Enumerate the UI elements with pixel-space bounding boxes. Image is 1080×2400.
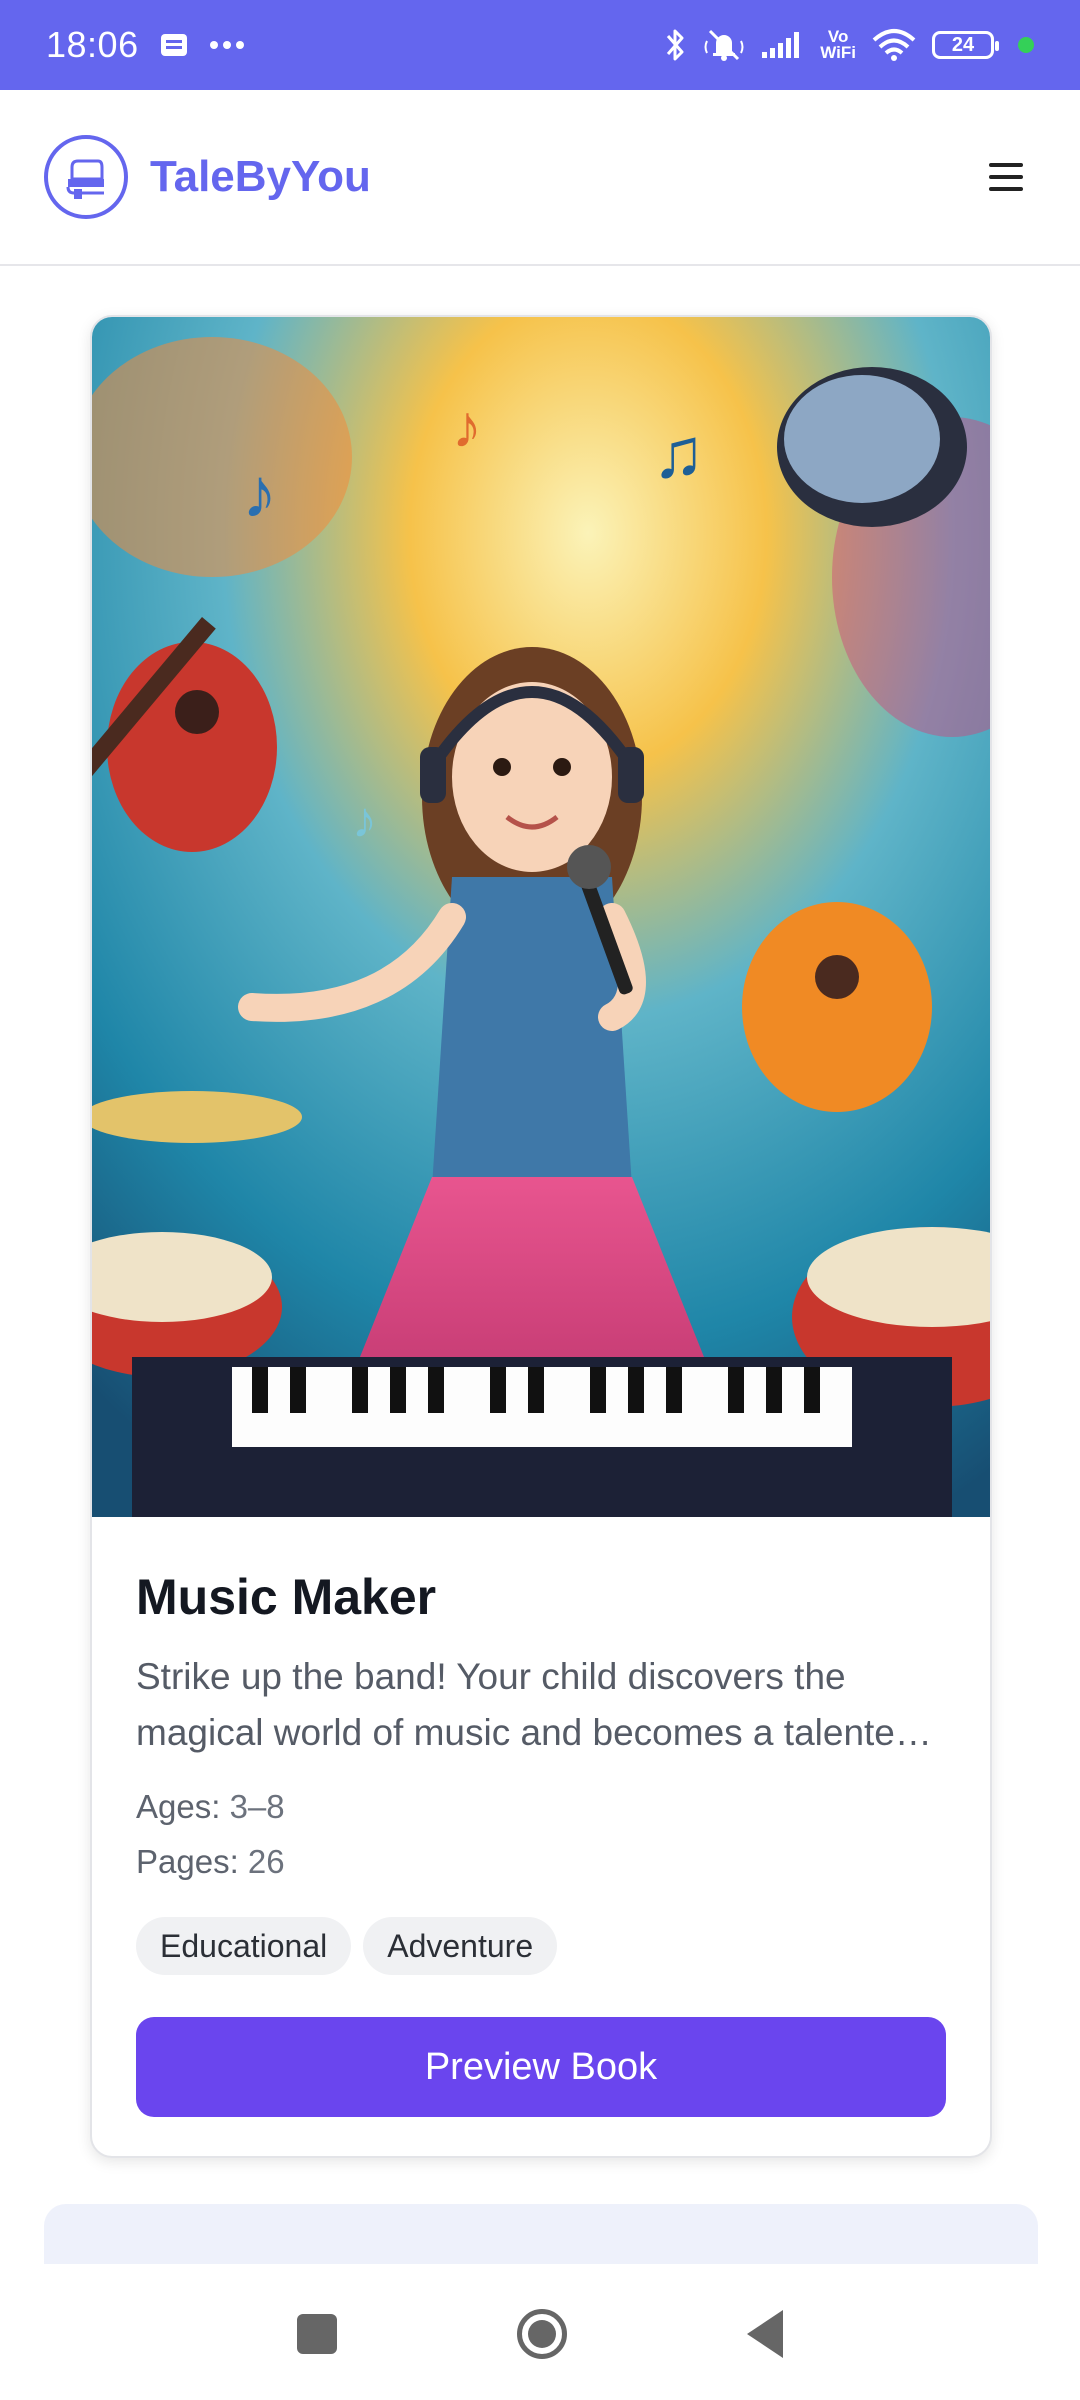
ages-value: 3–8 (229, 1788, 285, 1825)
book-card: ♪ ♫ ♪ ♪ Music Maker Strike up the band! … (90, 315, 992, 2158)
status-time: 18:06 (46, 24, 139, 65)
recents-icon[interactable] (297, 2314, 337, 2354)
next-book-card-peek[interactable] (44, 2204, 1038, 2264)
pages-row: Pages: 26 (136, 1834, 946, 1889)
vowifi-icon: Vo WiFi (820, 27, 856, 62)
book-card-body: Music Maker Strike up the band! Your chi… (136, 1567, 946, 1975)
preview-book-button[interactable]: Preview Book (136, 2017, 946, 2117)
home-icon[interactable] (517, 2309, 567, 2359)
more-dots-icon (209, 40, 245, 50)
hamburger-menu-icon[interactable] (976, 147, 1036, 207)
battery-level: 24 (951, 33, 975, 56)
wifi-icon (872, 28, 916, 62)
tag-adventure: Adventure (363, 1917, 558, 1975)
book-meta: Ages: 3–8 Pages: 26 (136, 1779, 946, 1889)
pages-label: Pages: (136, 1843, 239, 1880)
pages-value: 26 (247, 1843, 285, 1880)
brand-name[interactable]: TaleByYou (150, 152, 371, 202)
tag-list: Educational Adventure (136, 1917, 946, 1975)
book-logo-icon[interactable] (44, 135, 128, 219)
bluetooth-icon (662, 27, 688, 63)
status-bar: 18:06 Vo WiFi 24 (0, 0, 1080, 90)
privacy-indicator-dot (1018, 37, 1034, 53)
book-cover-image: ♪ ♫ ♪ ♪ (92, 317, 990, 1517)
svg-text:♫: ♫ (652, 414, 705, 492)
signal-icon (760, 30, 804, 60)
book-description: Strike up the band! Your child discovers… (136, 1656, 916, 1753)
ages-label: Ages: (136, 1788, 221, 1825)
message-icon (159, 32, 189, 58)
app-header: TaleByYou (0, 90, 1080, 266)
battery-icon: 24 (932, 31, 999, 59)
tag-educational: Educational (136, 1917, 352, 1975)
back-icon[interactable] (747, 2310, 783, 2358)
muted-bell-icon (704, 27, 744, 63)
svg-text:♪: ♪ (352, 792, 377, 848)
svg-text:♪: ♪ (452, 393, 482, 460)
ages-row: Ages: 3–8 (136, 1779, 946, 1834)
system-nav-bar (0, 2268, 1080, 2400)
book-title[interactable]: Music Maker (136, 1567, 946, 1627)
svg-text:♪: ♪ (242, 454, 277, 532)
